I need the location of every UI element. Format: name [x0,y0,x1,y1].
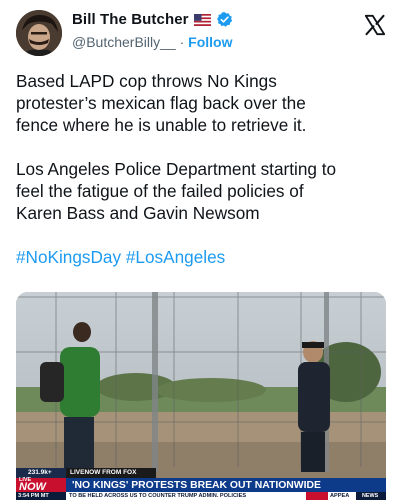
news-ticker: 231.9k+ LIVENOW FROM FOX LIVE NOW 'NO KI… [16,466,386,500]
hashtag-links[interactable]: #NoKingsDay #LosAngeles [16,246,388,268]
x-logo-icon[interactable] [364,14,386,36]
viewer-count: 231.9k+ [28,469,52,476]
news-subline-tail: APPEA [330,493,350,499]
verified-badge-icon [216,12,232,27]
tweet-paragraph-2: Los Angeles Police Department starting t… [16,159,337,223]
display-name[interactable]: Bill The Butcher [72,11,189,28]
video-player[interactable]: 231.9k+ LIVENOW FROM FOX LIVE NOW 'NO KI… [16,292,386,500]
live-badge-main: NOW [19,481,46,493]
news-headline: 'NO KINGS' PROTESTS BREAK OUT NATIONWIDE [72,480,321,491]
follow-button[interactable]: Follow [188,34,232,50]
broadcast-time: 3:54 PM MT [18,493,49,499]
broadcast-source: LIVENOW FROM FOX [70,469,137,476]
avatar-image [16,10,62,56]
tweet-header: Bill The Butcher @ButcherBilly__ · Follo… [0,0,402,70]
handle-line: @ButcherBilly__ · Follow [72,34,232,50]
avatar[interactable] [16,10,62,56]
news-subline: TO BE HELD ACROSS US TO COUNTER TRUMP AD… [69,493,247,499]
us-flag-icon [193,13,211,26]
handle[interactable]: @ButcherBilly__ [72,34,176,50]
channel-tag: NEWS [362,493,379,499]
separator-dot: · [179,34,185,50]
tweet-paragraph-1: Based LAPD cop throws No Kings protester… [16,71,307,135]
tweet-text: Based LAPD cop throws No Kings protester… [16,70,388,290]
